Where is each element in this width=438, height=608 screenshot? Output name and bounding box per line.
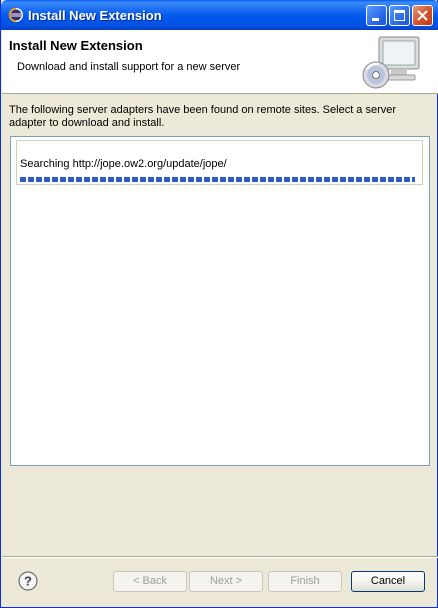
window-title: Install New Extension	[28, 8, 162, 23]
title-bar[interactable]: Install New Extension	[1, 0, 438, 30]
close-button[interactable]	[412, 5, 433, 26]
page-title: Install New Extension	[9, 38, 143, 53]
eclipse-app-icon	[8, 7, 23, 23]
wizard-header: Install New Extension Download and insta…	[2, 30, 438, 94]
maximize-button[interactable]	[389, 5, 410, 26]
page-description: Download and install support for a new s…	[17, 61, 241, 73]
computer-cd-icon	[362, 36, 420, 89]
close-icon	[417, 10, 428, 21]
server-adapter-list[interactable]: Searching http://jope.ow2.org/update/jop…	[10, 136, 430, 466]
finish-button[interactable]: Finish	[268, 571, 342, 592]
progress-label: Searching http://jope.ow2.org/update/jop…	[20, 158, 227, 170]
cancel-button[interactable]: Cancel	[351, 571, 425, 592]
dialog-window: Install New Extension Install New Extens…	[0, 0, 438, 608]
progress-fill	[20, 177, 415, 182]
progress-bar	[20, 177, 415, 182]
maximize-icon	[394, 10, 405, 21]
back-button[interactable]: < Back	[113, 571, 187, 592]
search-progress-group: Searching http://jope.ow2.org/update/jop…	[16, 140, 423, 185]
next-button[interactable]: Next >	[189, 571, 263, 592]
button-bar-separator	[2, 556, 438, 558]
minimize-icon	[372, 18, 379, 21]
minimize-button[interactable]	[366, 5, 387, 26]
svg-text:?: ?	[24, 574, 32, 589]
instructions-text: The following server adapters have been …	[9, 104, 397, 129]
help-icon[interactable]: ?	[18, 571, 38, 591]
